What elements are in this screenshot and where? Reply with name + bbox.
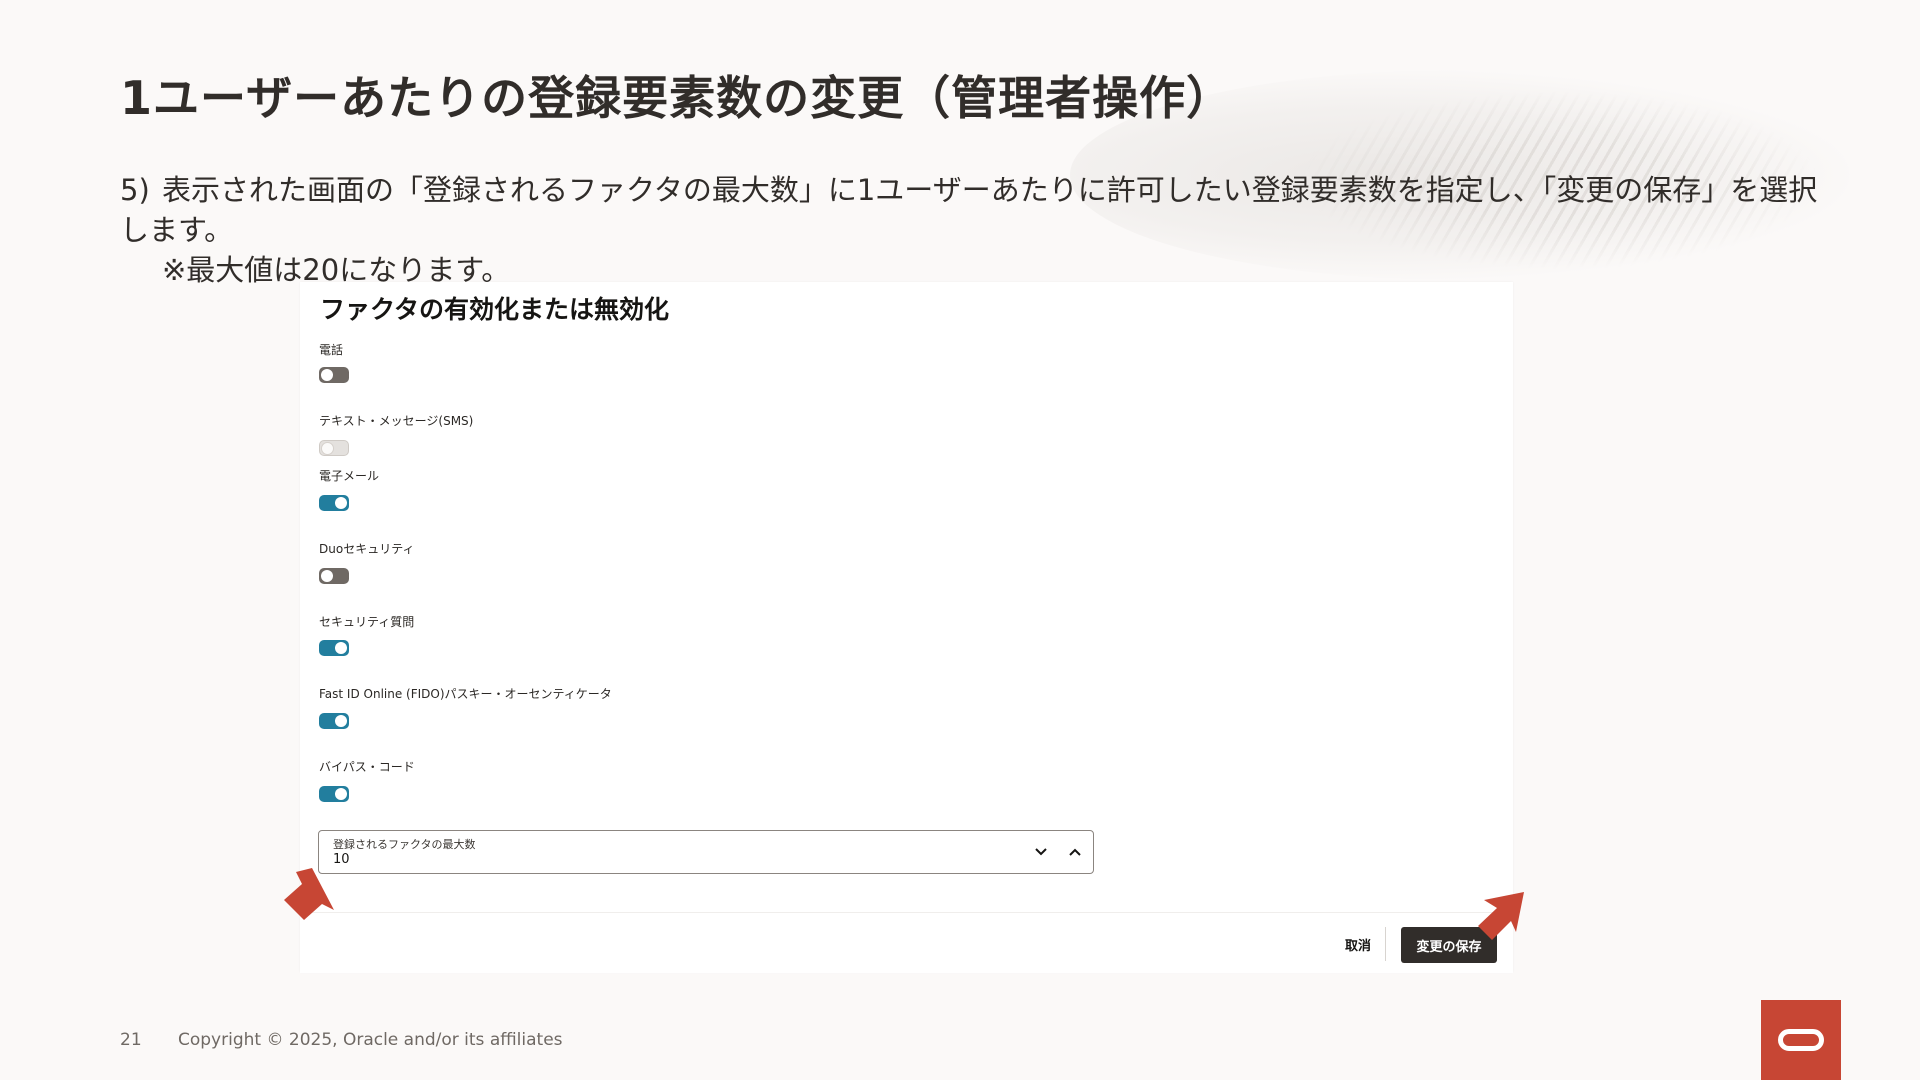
- max-factors-value[interactable]: 10: [333, 852, 350, 867]
- toggle-duo[interactable]: [319, 568, 349, 584]
- toggle-knob: [321, 369, 333, 381]
- factor-label-security-questions: セキュリティ質問: [319, 615, 415, 629]
- toggle-knob: [335, 642, 347, 654]
- copyright-text: Copyright © 2025, Oracle and/or its affi…: [178, 1030, 563, 1050]
- chevron-up-icon[interactable]: [1065, 841, 1085, 860]
- toggle-security-questions[interactable]: [319, 640, 349, 656]
- oracle-logo: [1761, 1000, 1841, 1080]
- factor-label-fido: Fast ID Online (FIDO)パスキー・オーセンティケータ: [319, 687, 612, 701]
- factor-label-duo: Duoセキュリティ: [319, 542, 415, 556]
- button-divider: [1385, 927, 1386, 961]
- factor-label-phone: 電話: [319, 343, 344, 357]
- toggle-email[interactable]: [319, 495, 349, 511]
- toggle-knob: [335, 715, 347, 727]
- callout-arrow-icon: [1478, 892, 1524, 940]
- oracle-logo-ring: [1778, 1029, 1824, 1051]
- page-number: 21: [120, 1030, 142, 1050]
- callout-arrow-icon: [284, 868, 334, 920]
- toggle-knob: [335, 497, 347, 509]
- max-factors-stepper[interactable]: 登録されるファクタの最大数 10: [318, 830, 1094, 874]
- toggle-knob: [335, 788, 347, 800]
- toggle-fido[interactable]: [319, 713, 349, 729]
- factor-label-bypass-code: バイパス・コード: [319, 760, 415, 774]
- toggle-phone[interactable]: [319, 367, 349, 383]
- instruction-text: 5) 表示された画面の「登録されるファクタの最大数」に1ユーザーあたりに許可したい…: [120, 170, 1840, 290]
- chevron-down-icon[interactable]: [1031, 841, 1051, 860]
- step-number: 5): [120, 173, 150, 207]
- factor-settings-panel: ファクタの有効化または無効化 電話 テキスト・メッセージ(SMS) 電子メール …: [300, 282, 1513, 973]
- factor-label-email: 電子メール: [319, 469, 380, 483]
- toggle-knob: [321, 570, 333, 582]
- panel-footer: 取消 変更の保存: [300, 912, 1513, 973]
- factor-label-sms: テキスト・メッセージ(SMS): [319, 414, 474, 428]
- chevron-down-svg: [1035, 848, 1047, 856]
- toggle-sms[interactable]: [319, 440, 349, 456]
- toggle-bypass-code[interactable]: [319, 786, 349, 802]
- instruction-line-1: 表示された画面の「登録されるファクタの最大数」に1ユーザーあたりに許可したい登録…: [120, 173, 1818, 247]
- chevron-up-svg: [1069, 848, 1081, 856]
- cancel-button[interactable]: 取消: [1334, 928, 1382, 960]
- max-factors-label: 登録されるファクタの最大数: [333, 838, 476, 851]
- panel-title: ファクタの有効化または無効化: [320, 295, 670, 324]
- toggle-knob: [321, 442, 334, 455]
- slide-title: 1ユーザーあたりの登録要素数の変更（管理者操作）: [120, 71, 1234, 125]
